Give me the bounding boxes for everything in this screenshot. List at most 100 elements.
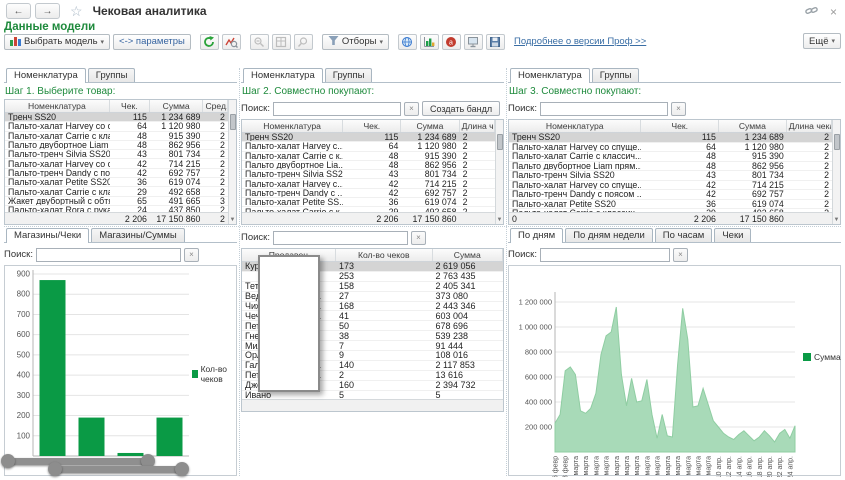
- column-header[interactable]: Чек.: [641, 120, 719, 132]
- shops-bar-chart[interactable]: 100200300400500600700800900 Кол-во чеков: [4, 265, 237, 476]
- search-input[interactable]: [540, 248, 670, 262]
- column-header[interactable]: Сумма: [401, 120, 459, 132]
- column-header[interactable]: Чек.: [343, 120, 401, 132]
- report-table-icon[interactable]: [272, 34, 291, 50]
- table-row[interactable]: Пальто двубортное Lia...48862 9562: [242, 161, 495, 170]
- table-row[interactable]: Пальто-халат Carrie с клас...48915 3902: [5, 132, 228, 141]
- table-row[interactable]: Тренч SS201151 234 6892: [509, 133, 832, 143]
- search-input[interactable]: [273, 102, 401, 116]
- vertical-scrollbar[interactable]: ▼: [228, 100, 236, 224]
- area-chart[interactable]: 200 000400 000600 000800 0001 000 0001 2…: [509, 266, 838, 477]
- tab-shops-checks[interactable]: Магазины/Чеки: [6, 228, 89, 243]
- tab-by-hours[interactable]: По часам: [655, 228, 713, 242]
- zoom-next-icon[interactable]: [294, 34, 313, 50]
- table-row[interactable]: Пальто двубортное Liam прям...48862 9562: [509, 162, 832, 172]
- version-info-link[interactable]: Подробнее о версии Проф >>: [514, 36, 646, 47]
- column-header[interactable]: Сумма: [150, 100, 204, 112]
- column-header[interactable]: Чек.: [110, 100, 150, 112]
- close-icon[interactable]: ×: [830, 5, 837, 19]
- table-row[interactable]: Пальто-халат Carrie с к...48915 3902: [242, 152, 495, 161]
- model-quality-button[interactable]: [222, 34, 241, 50]
- table-row[interactable]: Тренч SS201151 234 6892: [242, 133, 495, 142]
- abc-ball-icon[interactable]: a: [442, 34, 461, 50]
- column-header[interactable]: Номенклатура: [5, 100, 110, 112]
- table-row[interactable]: Пальто-тренч Silvia SS2043801 7342: [242, 170, 495, 179]
- filters-button[interactable]: Отборы▾: [322, 34, 389, 50]
- column-header[interactable]: Сумма: [433, 249, 503, 261]
- favorite-star-icon[interactable]: ☆: [70, 4, 83, 18]
- column-header[interactable]: Номенклатура: [509, 120, 641, 132]
- table-row[interactable]: Пальто-тренч Dandy с поясом ...42692 757…: [509, 190, 832, 200]
- scroll-down-icon[interactable]: ▼: [834, 216, 840, 224]
- table-row[interactable]: Пальто-халат Harvey с...641 120 9802: [242, 142, 495, 151]
- step1-table[interactable]: НоменклатураЧек.СуммаСред. длина чекТрен…: [4, 99, 237, 225]
- horizontal-splitter[interactable]: [4, 226, 841, 227]
- save-icon[interactable]: [486, 34, 505, 50]
- refresh-button[interactable]: [200, 34, 219, 50]
- select-model-button[interactable]: Выбрать модель▾: [4, 34, 110, 50]
- chart-range-slider[interactable]: [55, 466, 182, 473]
- scrollbar-thumb[interactable]: [834, 134, 840, 150]
- table-row[interactable]: Пальто-халат Harvey со сп...42714 2152: [5, 159, 228, 168]
- table-row[interactable]: Пальто-тренч Silvia SS2043801 7342: [509, 171, 832, 181]
- clear-search-icon[interactable]: ×: [411, 231, 426, 245]
- table-row[interactable]: Пальто-халат Harvey со спуще...42714 215…: [509, 181, 832, 191]
- clear-search-icon[interactable]: ×: [404, 102, 419, 116]
- table-row[interactable]: Жакет двубортный с обтя...65491 6653: [5, 197, 228, 206]
- more-button[interactable]: Ещё▾: [803, 33, 841, 49]
- column-header[interactable]: Сумма: [719, 120, 787, 132]
- back-button[interactable]: ←: [6, 3, 31, 19]
- table-row[interactable]: Пальто-халат Harvey со спуще...641 120 9…: [509, 143, 832, 153]
- tab-groups[interactable]: Группы: [325, 68, 373, 82]
- scrollbar-thumb[interactable]: [230, 114, 236, 130]
- create-bundle-button[interactable]: Создать бандл: [422, 101, 500, 116]
- scroll-down-icon[interactable]: ▼: [497, 216, 503, 224]
- search-input[interactable]: [540, 102, 668, 116]
- monitor-icon[interactable]: [464, 34, 483, 50]
- tab-groups[interactable]: Группы: [88, 68, 136, 82]
- tab-groups[interactable]: Группы: [592, 68, 640, 82]
- parameters-button[interactable]: <-> параметры: [113, 34, 191, 50]
- globe-icon[interactable]: [398, 34, 417, 50]
- search-input[interactable]: [273, 231, 408, 245]
- column-header[interactable]: Кол-во чеков: [336, 249, 433, 261]
- vertical-splitter[interactable]: [239, 68, 240, 476]
- tab-by-days[interactable]: По дням: [510, 228, 563, 243]
- column-header[interactable]: Длина чека, среднее: [460, 120, 495, 132]
- slider-handle[interactable]: [175, 462, 189, 476]
- column-header[interactable]: Номенклатура: [242, 120, 343, 132]
- tab-by-weekdays[interactable]: По дням недели: [565, 228, 653, 242]
- days-area-chart[interactable]: 200 000400 000600 000800 0001 000 0001 2…: [508, 265, 841, 476]
- tab-shops-sums[interactable]: Магазины/Суммы: [91, 228, 185, 242]
- table-row[interactable]: Пальто-халат Carrie с клас...29492 6582: [5, 187, 228, 196]
- link-icon[interactable]: [805, 3, 818, 21]
- table-row[interactable]: Пальто-тренч Dandy с пок...42692 7572: [5, 169, 228, 178]
- table-row[interactable]: Пальто-халат Harvey с...42714 2152: [242, 179, 495, 188]
- table-row[interactable]: Пальто-халат Petite SS2036619 0742: [509, 200, 832, 210]
- table-row[interactable]: Пальто-тренч Dandy с ...42692 7572: [242, 189, 495, 198]
- step2-table[interactable]: НоменклатураЧек.СуммаДлина чека, среднее…: [241, 119, 504, 225]
- vertical-scrollbar[interactable]: ▼: [495, 120, 503, 224]
- table-row[interactable]: Пальто-халат Petite SS2036619 0742: [5, 178, 228, 187]
- step3-table[interactable]: НоменклатураЧек.СуммаДлина чека, среднее…: [508, 119, 841, 225]
- tab-nomenclature[interactable]: Номенклатура: [243, 68, 323, 83]
- tab-checks[interactable]: Чеки: [714, 228, 751, 242]
- table-row[interactable]: Пальто-тренч Silvia SS2043801 7342: [5, 150, 228, 159]
- chart-view-icon[interactable]: [420, 34, 439, 50]
- column-header[interactable]: Сред. длина чек: [203, 100, 228, 112]
- table-row[interactable]: Пальто двубортное Liam п...48862 9562: [5, 141, 228, 150]
- clear-search-icon[interactable]: ×: [673, 248, 688, 262]
- vertical-splitter[interactable]: [506, 68, 507, 476]
- scroll-down-icon[interactable]: ▼: [230, 216, 236, 224]
- clear-search-icon[interactable]: ×: [184, 248, 199, 262]
- vertical-scrollbar[interactable]: ▼: [832, 120, 840, 224]
- table-row[interactable]: Пальто-халат Petite SS...36619 0742: [242, 198, 495, 207]
- forward-button[interactable]: →: [35, 3, 60, 19]
- slider-handle[interactable]: [1, 454, 15, 468]
- search-input[interactable]: [36, 248, 181, 262]
- tab-nomenclature[interactable]: Номенклатура: [6, 68, 86, 83]
- clear-search-icon[interactable]: ×: [671, 102, 686, 116]
- chart-range-slider[interactable]: [8, 458, 148, 465]
- slider-handle[interactable]: [48, 462, 62, 476]
- scrollbar-thumb[interactable]: [497, 134, 503, 150]
